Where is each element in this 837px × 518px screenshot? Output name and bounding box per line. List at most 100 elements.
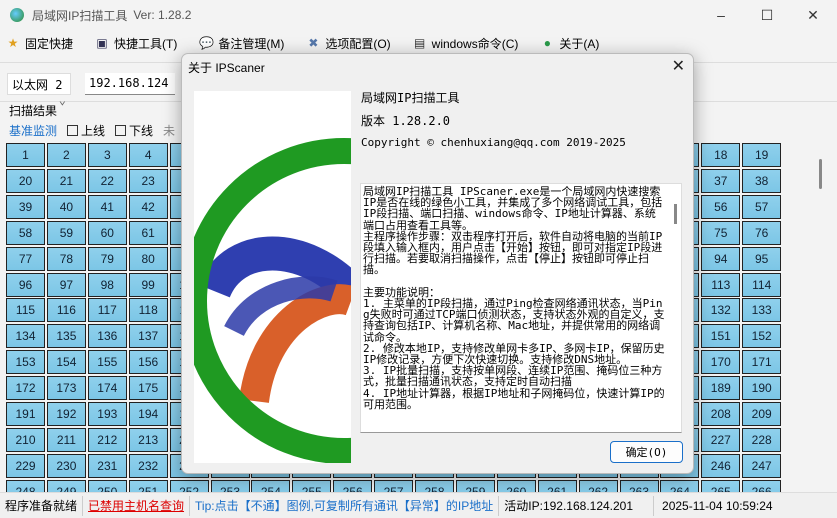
ip-cell[interactable]: 61 — [128, 220, 168, 245]
ip-cell[interactable]: 174 — [87, 376, 127, 401]
dialog-close-button[interactable]: ✕ — [672, 56, 685, 76]
ip-cell[interactable]: 193 — [87, 402, 127, 426]
ip-cell[interactable]: 209 — [742, 402, 782, 426]
ip-cell[interactable]: 135 — [46, 324, 86, 349]
ip-cell[interactable]: 190 — [742, 376, 782, 401]
ip-cell[interactable]: 97 — [46, 272, 86, 297]
ip-cell[interactable]: 133 — [742, 298, 782, 323]
ip-cell[interactable]: 151 — [701, 324, 741, 349]
maximize-button[interactable]: ☐ — [744, 0, 790, 30]
ip-cell[interactable]: 114 — [742, 272, 782, 297]
description-scrollbar-thumb[interactable] — [674, 204, 677, 224]
ip-cell[interactable]: 96 — [6, 272, 45, 297]
ip-cell[interactable]: 153 — [6, 350, 45, 375]
ip-cell[interactable]: 210 — [6, 427, 45, 452]
ip-cell[interactable]: 23 — [128, 168, 168, 193]
ip-cell[interactable]: 170 — [701, 350, 741, 375]
menu-item[interactable]: ▤ windows命令(C) — [413, 35, 518, 52]
ip-cell[interactable]: 191 — [6, 402, 45, 426]
hostname-disabled-link[interactable]: 已禁用主机名查询 — [83, 495, 191, 516]
ip-cell[interactable]: 2 — [46, 143, 86, 167]
ip-cell[interactable]: 98 — [87, 272, 127, 297]
ip-cell[interactable]: 175 — [128, 376, 168, 401]
ip-cell[interactable]: 20 — [6, 168, 45, 193]
ip-cell[interactable]: 256 — [333, 479, 373, 492]
ok-button[interactable]: 确定(O) — [610, 441, 683, 463]
ip-cell[interactable]: 253 — [210, 479, 250, 492]
ip-cell[interactable]: 154 — [46, 350, 86, 375]
ip-cell[interactable]: 134 — [6, 324, 45, 349]
scrollbar-thumb[interactable] — [819, 159, 822, 189]
ip-cell[interactable]: 246 — [701, 453, 741, 478]
adapter-select[interactable]: 以太网 2 ⌄ — [7, 73, 71, 107]
minimize-button[interactable]: – — [698, 0, 744, 30]
ip-cell[interactable]: 251 — [128, 479, 168, 492]
ip-cell[interactable]: 189 — [701, 376, 741, 401]
ip-cell[interactable]: 136 — [87, 324, 127, 349]
ip-cell[interactable]: 115 — [6, 298, 45, 323]
ip-cell[interactable]: 260 — [496, 479, 536, 492]
ip-cell[interactable]: 80 — [128, 246, 168, 271]
ip-cell[interactable]: 41 — [87, 194, 127, 219]
ip-cell[interactable]: 132 — [701, 298, 741, 323]
ip-cell[interactable]: 258 — [415, 479, 454, 492]
ip-cell[interactable]: 19 — [742, 143, 782, 167]
ip-cell[interactable]: 77 — [6, 246, 45, 271]
ip-cell[interactable]: 173 — [46, 376, 86, 401]
ip-cell[interactable]: 172 — [6, 376, 45, 401]
ip-cell[interactable]: 94 — [701, 246, 741, 271]
ip-cell[interactable]: 95 — [742, 246, 782, 271]
ip-cell[interactable]: 116 — [46, 298, 86, 323]
menu-item[interactable]: ✖ 选项配置(O) — [306, 35, 390, 52]
ip-cell[interactable]: 231 — [87, 453, 127, 478]
ip-cell[interactable]: 262 — [578, 479, 618, 492]
menu-item[interactable]: ★ 固定快捷 — [6, 35, 73, 52]
ip-cell[interactable]: 117 — [87, 298, 127, 323]
ip-cell[interactable]: 75 — [701, 220, 741, 245]
ip-cell[interactable]: 22 — [87, 168, 127, 193]
baseline-monitor-link[interactable]: 基准监测 — [9, 122, 57, 139]
ip-cell[interactable]: 230 — [46, 453, 86, 478]
ip-cell[interactable]: 211 — [46, 427, 86, 452]
ip-cell[interactable]: 213 — [128, 427, 168, 452]
ip-cell[interactable]: 37 — [701, 168, 741, 193]
ip-cell[interactable]: 265 — [701, 479, 741, 492]
ip-cell[interactable]: 228 — [742, 427, 782, 452]
menu-item[interactable]: 💬 备注管理(M) — [199, 35, 284, 52]
close-button[interactable]: ✕ — [790, 0, 836, 30]
ip-cell[interactable]: 56 — [701, 194, 741, 219]
ip-cell[interactable]: 137 — [128, 324, 168, 349]
ip-cell[interactable]: 118 — [128, 298, 168, 323]
ip-cell[interactable]: 252 — [169, 479, 209, 492]
ip-cell[interactable]: 249 — [46, 479, 86, 492]
ip-cell[interactable]: 99 — [128, 272, 168, 297]
ip-cell[interactable]: 4 — [128, 143, 168, 167]
ip-cell[interactable]: 257 — [374, 479, 414, 492]
ip-cell[interactable]: 42 — [128, 194, 168, 219]
ip-cell[interactable]: 232 — [128, 453, 168, 478]
ip-cell[interactable]: 113 — [701, 272, 741, 297]
ip-cell[interactable]: 60 — [87, 220, 127, 245]
about-description-box[interactable]: 局域网IP扫描工具 IPScaner.exe是一个局域网内快速搜索IP是否在线的… — [360, 183, 682, 433]
ip-cell[interactable]: 247 — [742, 453, 782, 478]
ip-cell[interactable]: 254 — [251, 479, 291, 492]
ip-cell[interactable]: 263 — [619, 479, 659, 492]
ip-cell[interactable]: 194 — [128, 402, 168, 426]
ip-cell[interactable]: 212 — [87, 427, 127, 452]
ip-cell[interactable]: 261 — [537, 479, 577, 492]
ip-cell[interactable]: 79 — [87, 246, 127, 271]
ip-cell[interactable]: 21 — [46, 168, 86, 193]
ip-cell[interactable]: 38 — [742, 168, 782, 193]
ip-cell[interactable]: 259 — [455, 479, 495, 492]
ip-prefix-input[interactable]: 192.168.124 — [85, 73, 175, 95]
ip-cell[interactable]: 227 — [701, 427, 741, 452]
grid-scrollbar[interactable] — [815, 145, 827, 490]
ip-cell[interactable]: 1 — [6, 143, 45, 167]
ip-cell[interactable]: 171 — [742, 350, 782, 375]
ip-cell[interactable]: 39 — [6, 194, 45, 219]
status-tip[interactable]: Tip:点击【不通】图例,可复制所有通讯【异常】的IP地址 — [190, 495, 500, 516]
ip-cell[interactable]: 152 — [742, 324, 782, 349]
ip-cell[interactable]: 40 — [46, 194, 86, 219]
ip-cell[interactable]: 264 — [660, 479, 700, 492]
ip-cell[interactable]: 248 — [6, 479, 45, 492]
